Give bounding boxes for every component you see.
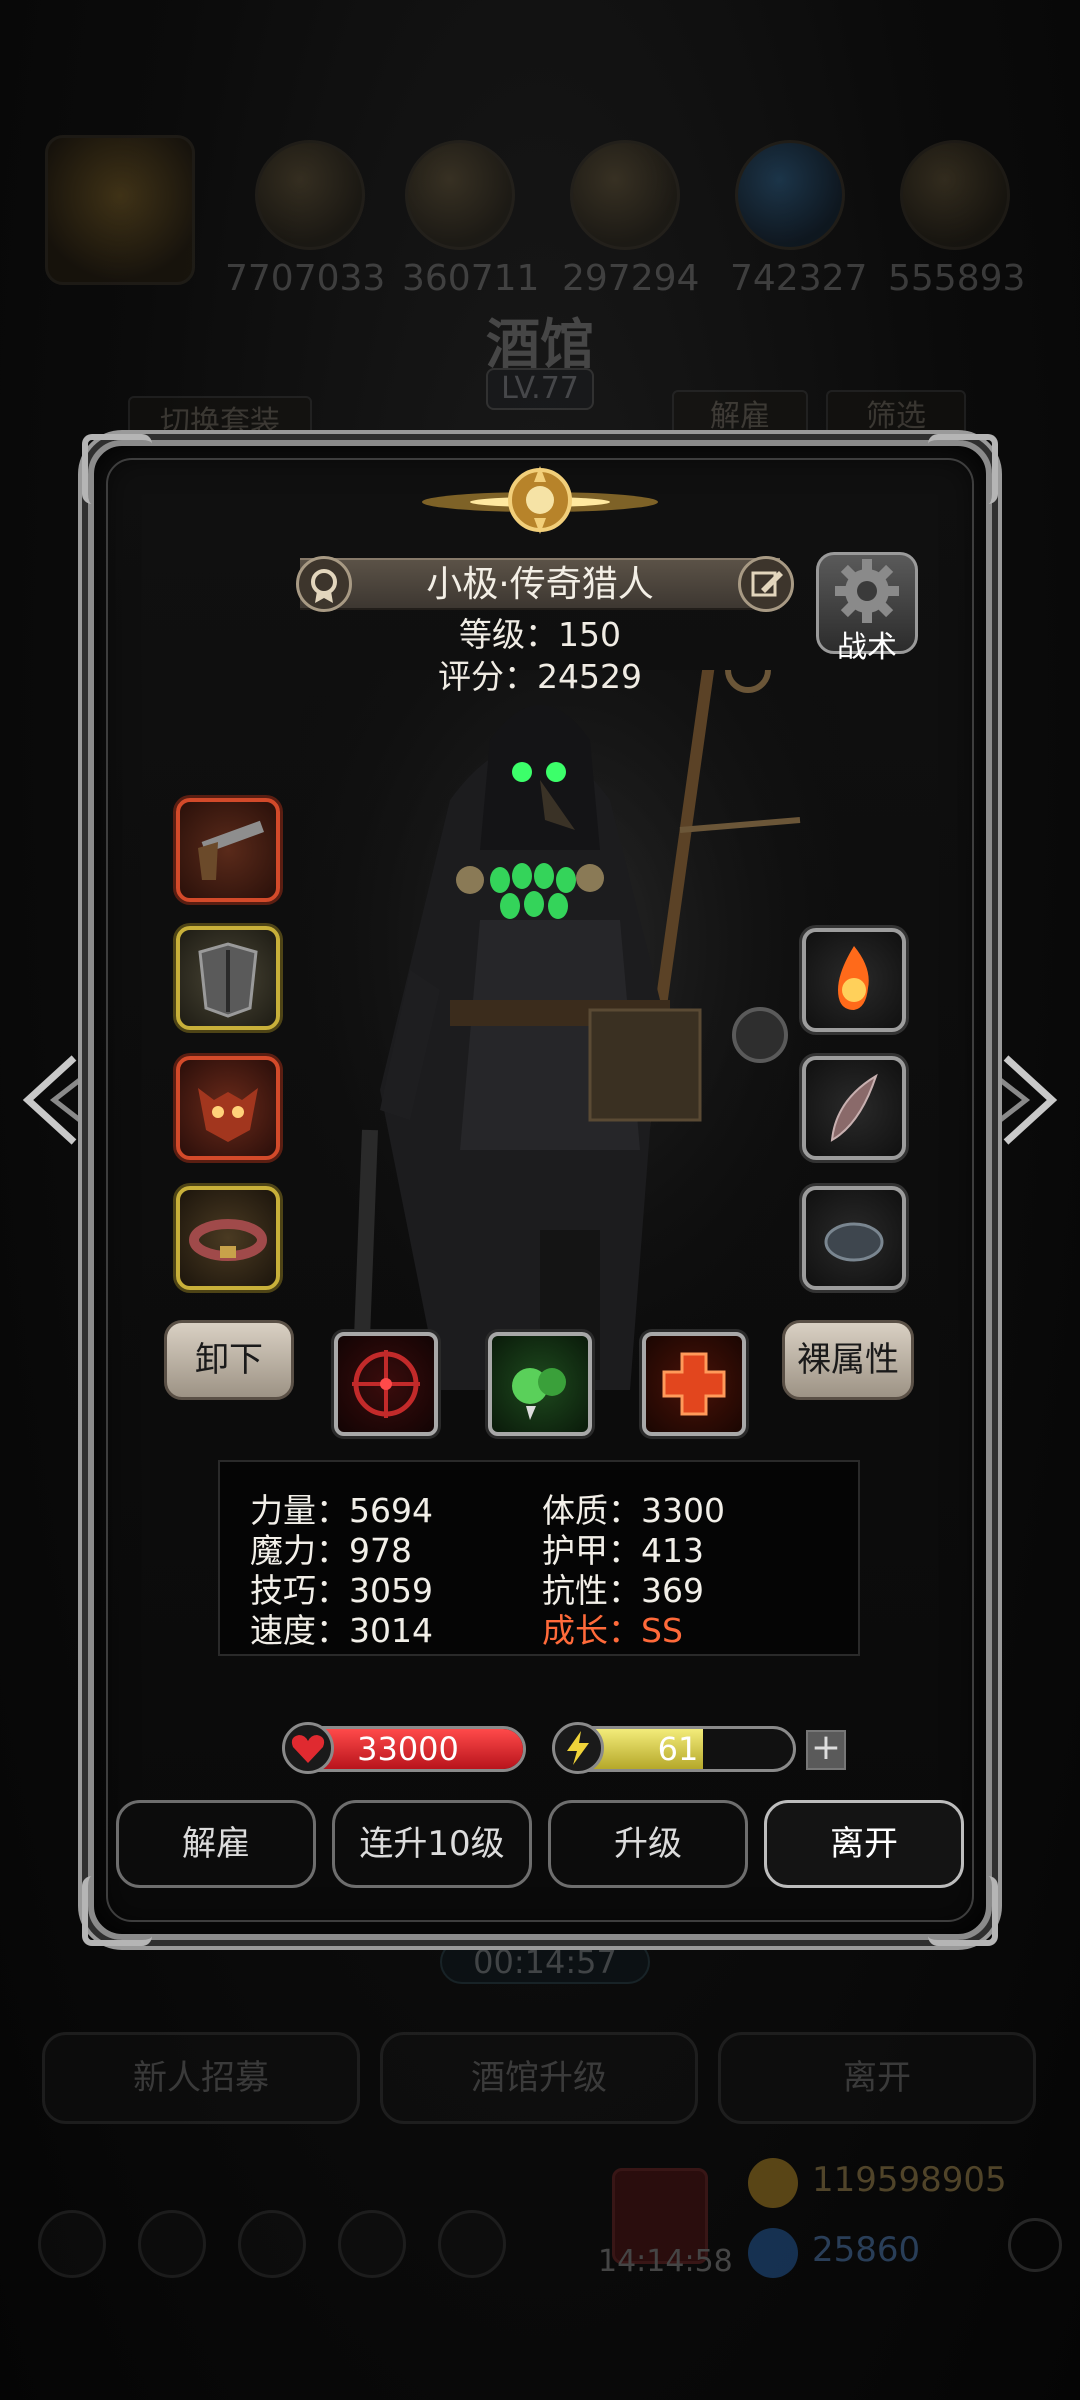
edit-name-icon[interactable]: [738, 556, 794, 612]
nav-icon[interactable]: [238, 2210, 306, 2278]
unequip-button[interactable]: 卸下: [164, 1320, 294, 1400]
naked-attributes-button[interactable]: 裸属性: [782, 1320, 914, 1400]
nav-icon[interactable]: [138, 2210, 206, 2278]
skill-slot-3[interactable]: [642, 1332, 746, 1436]
hero-stats-panel: 力量：5694 魔力：978 技巧：3059 速度：3014 体质：3300 护…: [218, 1460, 860, 1656]
hero-name-plate: 小极·传奇猎人: [300, 558, 780, 610]
belt-icon: [189, 1219, 267, 1261]
fire-orb-icon: [838, 946, 869, 1010]
nav-icon[interactable]: [438, 2210, 506, 2278]
skill-slot-1[interactable]: [334, 1332, 438, 1436]
lightning-icon: [552, 1722, 604, 1774]
poison-skill-icon: [512, 1368, 566, 1420]
stone-icon: [824, 1222, 884, 1262]
heal-cross-skill-icon: [662, 1352, 726, 1416]
nav-icon[interactable]: [38, 2210, 106, 2278]
resource-stone-icon: [570, 140, 680, 250]
hero-level: 等级：150: [459, 615, 621, 654]
hero-score: 评分：24529: [438, 657, 642, 696]
new-recruit-button[interactable]: 新人招募: [42, 2032, 360, 2124]
hero-badge-icon[interactable]: [296, 556, 352, 612]
frame-corner: [82, 434, 152, 504]
gold-coin-icon: [748, 2158, 798, 2208]
resource-dark-icon: [900, 140, 1010, 250]
resource-orange-icon: [255, 140, 365, 250]
weapon-slot[interactable]: [176, 798, 280, 902]
bg-dismiss-button[interactable]: 解雇: [672, 390, 808, 444]
nav-icon[interactable]: [338, 2210, 406, 2278]
tavern-level: LV.77: [486, 368, 594, 410]
pistol-icon: [198, 820, 265, 880]
resource-value: 297294: [562, 258, 700, 299]
hero-portrait-icon[interactable]: [45, 135, 195, 285]
stat-speed: 速度：3014: [250, 1611, 433, 1650]
frame-corner: [928, 434, 998, 504]
next-hero-arrow-icon[interactable]: [986, 1050, 1066, 1150]
tactics-label: 战术: [837, 630, 897, 665]
level-up-10-button[interactable]: 连升10级: [332, 1800, 532, 1888]
armor-slot[interactable]: [176, 926, 280, 1030]
recruit-timer: 00:14:57: [440, 1940, 650, 1984]
resource-value: 742327: [730, 258, 868, 299]
skill-slot-2[interactable]: [488, 1332, 592, 1436]
gift-timer: 14:14:58: [598, 2244, 733, 2279]
hero-name: 小极·传奇猎人: [426, 564, 654, 605]
bg-leave-button[interactable]: 离开: [718, 2032, 1036, 2124]
resource-value: 555893: [888, 258, 1026, 299]
gem-icon: [748, 2228, 798, 2278]
previous-hero-arrow-icon[interactable]: [14, 1050, 94, 1150]
crosshair-skill-icon: [352, 1350, 420, 1418]
rune-slot-1[interactable]: [802, 928, 906, 1032]
belt-slot[interactable]: [176, 1186, 280, 1290]
level-up-button[interactable]: 升级: [548, 1800, 748, 1888]
rune-slot-3[interactable]: [802, 1186, 906, 1290]
add-energy-button[interactable]: +: [806, 1730, 846, 1770]
resource-value: 7707033: [225, 258, 386, 299]
gold-amount: 119598905: [812, 2160, 1007, 2200]
gem-amount: 25860: [812, 2230, 921, 2270]
add-gem-icon[interactable]: [1008, 2218, 1062, 2272]
heart-icon: [282, 1722, 334, 1774]
rune-slot-2[interactable]: [802, 1056, 906, 1160]
tavern-upgrade-button[interactable]: 酒馆升级: [380, 2032, 698, 2124]
hero-rank-emblem-icon: [422, 466, 658, 534]
feather-icon: [830, 1073, 878, 1142]
armor-icon: [198, 942, 258, 1018]
resource-value: 360711: [402, 258, 540, 299]
stat-growth: 成长：SS: [542, 1611, 683, 1650]
accessory-slot[interactable]: [176, 1056, 280, 1160]
leave-button[interactable]: 离开: [764, 1800, 964, 1888]
resource-gold-icon: [405, 140, 515, 250]
dismiss-hero-button[interactable]: 解雇: [116, 1800, 316, 1888]
demon-mask-icon: [198, 1088, 258, 1142]
resource-blue-icon: [735, 140, 845, 250]
